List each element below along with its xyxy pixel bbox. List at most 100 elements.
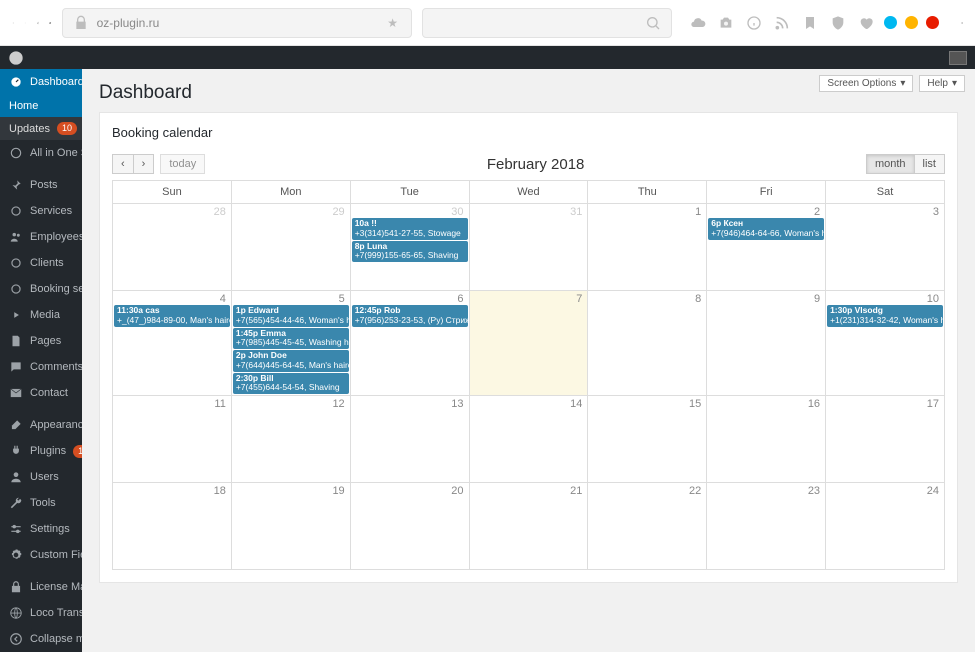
help-button[interactable]: Help ▾ [919, 75, 965, 92]
event-time-title: 6p Ксен [711, 218, 743, 228]
sidebar-item-dashboard[interactable]: Dashboard [0, 69, 82, 95]
star-icon[interactable]: ★ [385, 15, 401, 31]
calendar-cell[interactable]: 29 [231, 204, 350, 291]
calendar-cell[interactable]: 9 [707, 291, 826, 396]
calendar-cell[interactable]: 15 [588, 396, 707, 483]
calendar-event[interactable]: 12:45p Rob+7(956)253-23-53, (Ру) Стрижка [352, 305, 468, 327]
calendar-cell[interactable]: 17 [826, 396, 945, 483]
calendar-cell[interactable]: 21 [469, 483, 588, 570]
sidebar-item-users[interactable]: Users [0, 464, 82, 490]
sidebar-item-employees[interactable]: Employees [0, 224, 82, 250]
calendar-cell[interactable]: 18 [113, 483, 232, 570]
home-button[interactable] [49, 14, 51, 32]
calendar-cell[interactable]: 51p Edward+7(565)454-44-46, Woman's hair… [231, 291, 350, 396]
day-number: 8 [695, 293, 701, 305]
sidebar-item-services[interactable]: Services [0, 198, 82, 224]
calendar-cell[interactable]: 7 [469, 291, 588, 396]
sidebar-item-comments[interactable]: Comments [0, 354, 82, 380]
calendar-event[interactable]: 10a !!+3(314)541-27-55, Stowage [352, 218, 468, 240]
calendar-cell[interactable]: 12 [231, 396, 350, 483]
sidebar-item-plugins[interactable]: Plugins10 [0, 438, 82, 464]
screen-options-button[interactable]: Screen Options ▾ [819, 75, 913, 92]
sidebar-item-collapse[interactable]: Collapse menu [0, 626, 82, 652]
sidebar-item-loco[interactable]: Loco Translate [0, 600, 82, 626]
heart-icon[interactable] [858, 15, 874, 31]
calendar-cell[interactable]: 3010a !!+3(314)541-27-55, Stowage8p Luna… [350, 204, 469, 291]
calendar-title: February 2018 [205, 156, 866, 173]
sidebar-item-license[interactable]: License Manager [0, 574, 82, 600]
sidebar-item-pages[interactable]: Pages [0, 328, 82, 354]
calendar-cell[interactable]: 20 [350, 483, 469, 570]
calendar-cell[interactable]: 26p Ксен+7(946)464-64-66, Woman's haircu… [707, 204, 826, 291]
calendar-cell[interactable]: 1 [588, 204, 707, 291]
sidebar-item-media[interactable]: Media [0, 302, 82, 328]
today-button[interactable]: today [160, 154, 205, 174]
calendar-event[interactable]: 1:30p Vlsodg+1(231)314-32-42, Woman's ha… [827, 305, 943, 327]
calendar-cell[interactable]: 19 [231, 483, 350, 570]
dot-red [926, 16, 939, 29]
search-bar[interactable] [422, 8, 672, 38]
calendar-cell[interactable]: 31 [469, 204, 588, 291]
calendar-toolbar: ‹ › today February 2018 month list [112, 154, 945, 174]
forward-button[interactable] [24, 14, 26, 32]
sidebar-item-updates[interactable]: Updates10 [0, 117, 82, 140]
event-detail: +7(999)155-65-65, Shaving [355, 251, 465, 261]
cloud-icon[interactable] [690, 15, 706, 31]
calendar-cell[interactable]: 28 [113, 204, 232, 291]
sidebar-item-posts[interactable]: Posts [0, 172, 82, 198]
calendar-cell[interactable]: 11 [113, 396, 232, 483]
event-time-title: 12:45p Rob [355, 305, 401, 315]
view-list-button[interactable]: list [915, 154, 945, 174]
event-detail: +7(565)454-44-46, Woman's haircut [236, 316, 346, 326]
event-time-title: 1:30p Vlsodg [830, 305, 883, 315]
next-button[interactable]: › [134, 154, 155, 174]
sidebar-item-booking-settings[interactable]: Booking settings [0, 276, 82, 302]
sidebar-item-seo[interactable]: All in One SEO [0, 140, 82, 166]
gear-o-icon [9, 204, 23, 218]
calendar-cell[interactable]: 8 [588, 291, 707, 396]
sidebar-item-tools[interactable]: Tools [0, 490, 82, 516]
prev-button[interactable]: ‹ [112, 154, 134, 174]
wordpress-icon[interactable] [8, 50, 24, 66]
info-icon[interactable] [746, 15, 762, 31]
url-bar[interactable]: oz-plugin.ru ★ [62, 8, 412, 38]
calendar-event[interactable]: 2p John Doe+7(644)445-64-45, Man's hairc… [233, 350, 349, 372]
sidebar-item-appearance[interactable]: Appearance [0, 412, 82, 438]
calendar-cell[interactable]: 101:30p Vlsodg+1(231)314-32-42, Woman's … [826, 291, 945, 396]
sidebar-item-custom-fields[interactable]: Custom Fields [0, 542, 82, 568]
rss-icon[interactable] [774, 15, 790, 31]
calendar-cell[interactable]: 24 [826, 483, 945, 570]
reload-button[interactable] [37, 14, 39, 32]
admin-sidebar: DashboardHomeUpdates10All in One SEO Post… [0, 69, 82, 652]
calendar-event[interactable]: 2:30p Bill+7(455)644-54-54, Shaving [233, 373, 349, 395]
calendar-cell[interactable]: 13 [350, 396, 469, 483]
calendar-cell[interactable]: 3 [826, 204, 945, 291]
sidebar-item-home[interactable]: Home [0, 95, 82, 117]
calendar-cell[interactable]: 22 [588, 483, 707, 570]
shield-icon[interactable] [830, 15, 846, 31]
day-number: 5 [339, 293, 345, 305]
bookmark-icon[interactable] [802, 15, 818, 31]
calendar-cell[interactable]: 23 [707, 483, 826, 570]
hamburger-icon[interactable] [961, 14, 963, 32]
calendar-cell[interactable]: 16 [707, 396, 826, 483]
calendar-event[interactable]: 8p Luna+7(999)155-65-65, Shaving [352, 241, 468, 263]
user-icon [9, 470, 23, 484]
admin-bar-toggle[interactable] [949, 51, 967, 65]
sidebar-item-contact[interactable]: Contact [0, 380, 82, 406]
back-button[interactable] [12, 14, 14, 32]
calendar-event[interactable]: 6p Ксен+7(946)464-64-66, Woman's haircut [708, 218, 824, 240]
calendar-cell[interactable]: 14 [469, 396, 588, 483]
day-number: 7 [576, 293, 582, 305]
calendar-event[interactable]: 1p Edward+7(565)454-44-46, Woman's hairc… [233, 305, 349, 327]
sidebar-item-settings[interactable]: Settings [0, 516, 82, 542]
calendar-event[interactable]: 1:45p Emma+7(985)445-45-45, Washing head [233, 328, 349, 350]
view-month-button[interactable]: month [866, 154, 915, 174]
sidebar-item-clients[interactable]: Clients [0, 250, 82, 276]
dot-blue [884, 16, 897, 29]
calendar-cell[interactable]: 411:30a cas+_(47_)984-89-00, Man's hairc… [113, 291, 232, 396]
camera-icon[interactable] [718, 15, 734, 31]
calendar-event[interactable]: 11:30a cas+_(47_)984-89-00, Man's haircu… [114, 305, 230, 327]
wrench-icon [9, 496, 23, 510]
calendar-cell[interactable]: 612:45p Rob+7(956)253-23-53, (Ру) Стрижк… [350, 291, 469, 396]
